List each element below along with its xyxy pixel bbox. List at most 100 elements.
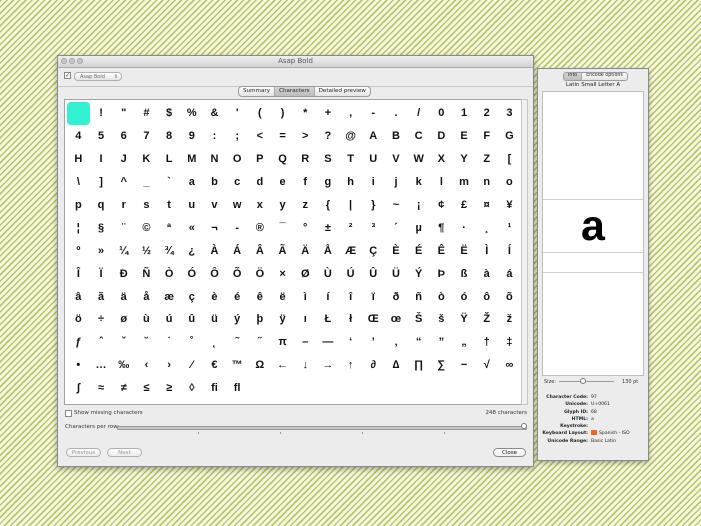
character-cell[interactable]: * (294, 102, 317, 125)
character-cell[interactable]: X (430, 148, 453, 171)
character-cell[interactable]: B (385, 125, 408, 148)
character-cell[interactable]: o (498, 171, 521, 194)
character-cell[interactable]: 3 (498, 102, 521, 125)
character-cell[interactable]: Ô (203, 262, 226, 285)
character-cell[interactable]: m (453, 171, 476, 194)
character-cell[interactable]: G (498, 125, 521, 148)
character-cell[interactable]: ‚ (385, 331, 408, 354)
character-cell[interactable]: þ (249, 308, 272, 331)
character-cell[interactable]: ´ (385, 216, 408, 239)
character-cell-selected[interactable] (67, 102, 90, 125)
character-cell[interactable]: £ (453, 194, 476, 217)
character-cell[interactable]: ˚ (180, 331, 203, 354)
character-cell[interactable]: _ (135, 171, 158, 194)
character-cell[interactable]: | (339, 194, 362, 217)
character-cell[interactable]: y (271, 194, 294, 217)
character-cell[interactable]: • (67, 354, 90, 377)
character-cell[interactable]: µ (407, 216, 430, 239)
character-cell[interactable]: O (226, 148, 249, 171)
character-cell[interactable]: @ (339, 125, 362, 148)
character-cell[interactable]: 5 (90, 125, 113, 148)
character-cell[interactable]: [ (498, 148, 521, 171)
character-cell[interactable]: › (158, 354, 181, 377)
character-cell[interactable]: → (317, 354, 340, 377)
character-cell[interactable]: ‡ (498, 331, 521, 354)
character-cell[interactable]: Î (67, 262, 90, 285)
size-slider-track[interactable] (559, 381, 614, 382)
character-cell[interactable]: : (203, 125, 226, 148)
grid-scrollbar[interactable] (521, 99, 528, 405)
character-cell[interactable]: æ (158, 285, 181, 308)
character-cell[interactable]: š (430, 308, 453, 331)
character-cell[interactable]: f (294, 171, 317, 194)
character-cell[interactable]: ã (90, 285, 113, 308)
character-cell[interactable]: Ý (407, 262, 430, 285)
character-cell[interactable]: z (294, 194, 317, 217)
character-cell[interactable]: à (475, 262, 498, 285)
character-cell[interactable]: ¸ (475, 216, 498, 239)
character-cell[interactable]: Ù (317, 262, 340, 285)
character-cell[interactable]: À (203, 239, 226, 262)
character-cell[interactable]: > (294, 125, 317, 148)
character-cell[interactable]: ù (135, 308, 158, 331)
character-cell[interactable]: ¤ (475, 194, 498, 217)
character-cell[interactable]: Û (362, 262, 385, 285)
character-cell[interactable]: D (430, 125, 453, 148)
character-cell[interactable]: 2 (475, 102, 498, 125)
character-cell[interactable]: é (226, 285, 249, 308)
character-cell[interactable]: ‘ (339, 331, 362, 354)
character-cell[interactable]: - (226, 216, 249, 239)
character-cell[interactable]: c (226, 171, 249, 194)
character-cell[interactable]: ˇ (112, 331, 135, 354)
character-cell[interactable]: … (90, 354, 113, 377)
size-slider-knob[interactable] (580, 378, 586, 384)
character-cell[interactable]: + (317, 102, 340, 125)
character-cell[interactable]: ž (498, 308, 521, 331)
character-cell[interactable]: k (407, 171, 430, 194)
toolbar-checkbox[interactable]: ✓ (64, 72, 71, 79)
character-cell[interactable]: ¡ (407, 194, 430, 217)
character-cell[interactable]: Ñ (135, 262, 158, 285)
character-cell[interactable]: Ï (90, 262, 113, 285)
character-cell[interactable]: ª (158, 216, 181, 239)
character-cell[interactable]: Ÿ (453, 308, 476, 331)
character-cell[interactable]: Ë (453, 239, 476, 262)
tab-summary[interactable]: Summary (239, 87, 276, 96)
character-cell[interactable]: E (453, 125, 476, 148)
character-cell[interactable]: â (67, 285, 90, 308)
character-cell[interactable]: 1 (453, 102, 476, 125)
character-cell[interactable]: º (67, 239, 90, 262)
character-cell[interactable]: – (294, 331, 317, 354)
character-cell[interactable]: J (112, 148, 135, 171)
character-cell[interactable]: U (362, 148, 385, 171)
character-cell[interactable]: { (317, 194, 340, 217)
character-cell[interactable]: ¼ (112, 239, 135, 262)
character-cell[interactable]: ™ (226, 354, 249, 377)
character-cell[interactable]: , (339, 102, 362, 125)
character-cell[interactable]: ‰ (112, 354, 135, 377)
character-cell[interactable]: Ü (385, 262, 408, 285)
character-cell[interactable]: © (135, 216, 158, 239)
character-cell[interactable]: b (203, 171, 226, 194)
character-cell[interactable]: ç (180, 285, 203, 308)
character-cell[interactable]: Ø (294, 262, 317, 285)
character-cell[interactable]: % (180, 102, 203, 125)
character-cell[interactable]: ñ (407, 285, 430, 308)
character-cell[interactable]: Õ (226, 262, 249, 285)
character-cell[interactable]: p (67, 194, 90, 217)
character-cell[interactable]: ∑ (430, 354, 453, 377)
character-cell[interactable]: » (90, 239, 113, 262)
character-cell[interactable]: ¢ (430, 194, 453, 217)
character-cell[interactable]: ß (453, 262, 476, 285)
character-cell[interactable]: T (339, 148, 362, 171)
character-cell[interactable]: ½ (135, 239, 158, 262)
character-cell[interactable]: 6 (112, 125, 135, 148)
character-cell[interactable]: Æ (339, 239, 362, 262)
character-cell[interactable]: É (407, 239, 430, 262)
character-cell[interactable]: " (112, 102, 135, 125)
character-cell[interactable]: 8 (158, 125, 181, 148)
character-cell[interactable]: Ê (430, 239, 453, 262)
character-cell[interactable]: ± (317, 216, 340, 239)
character-cell[interactable]: Ó (180, 262, 203, 285)
character-cell[interactable]: ∫ (67, 377, 90, 400)
